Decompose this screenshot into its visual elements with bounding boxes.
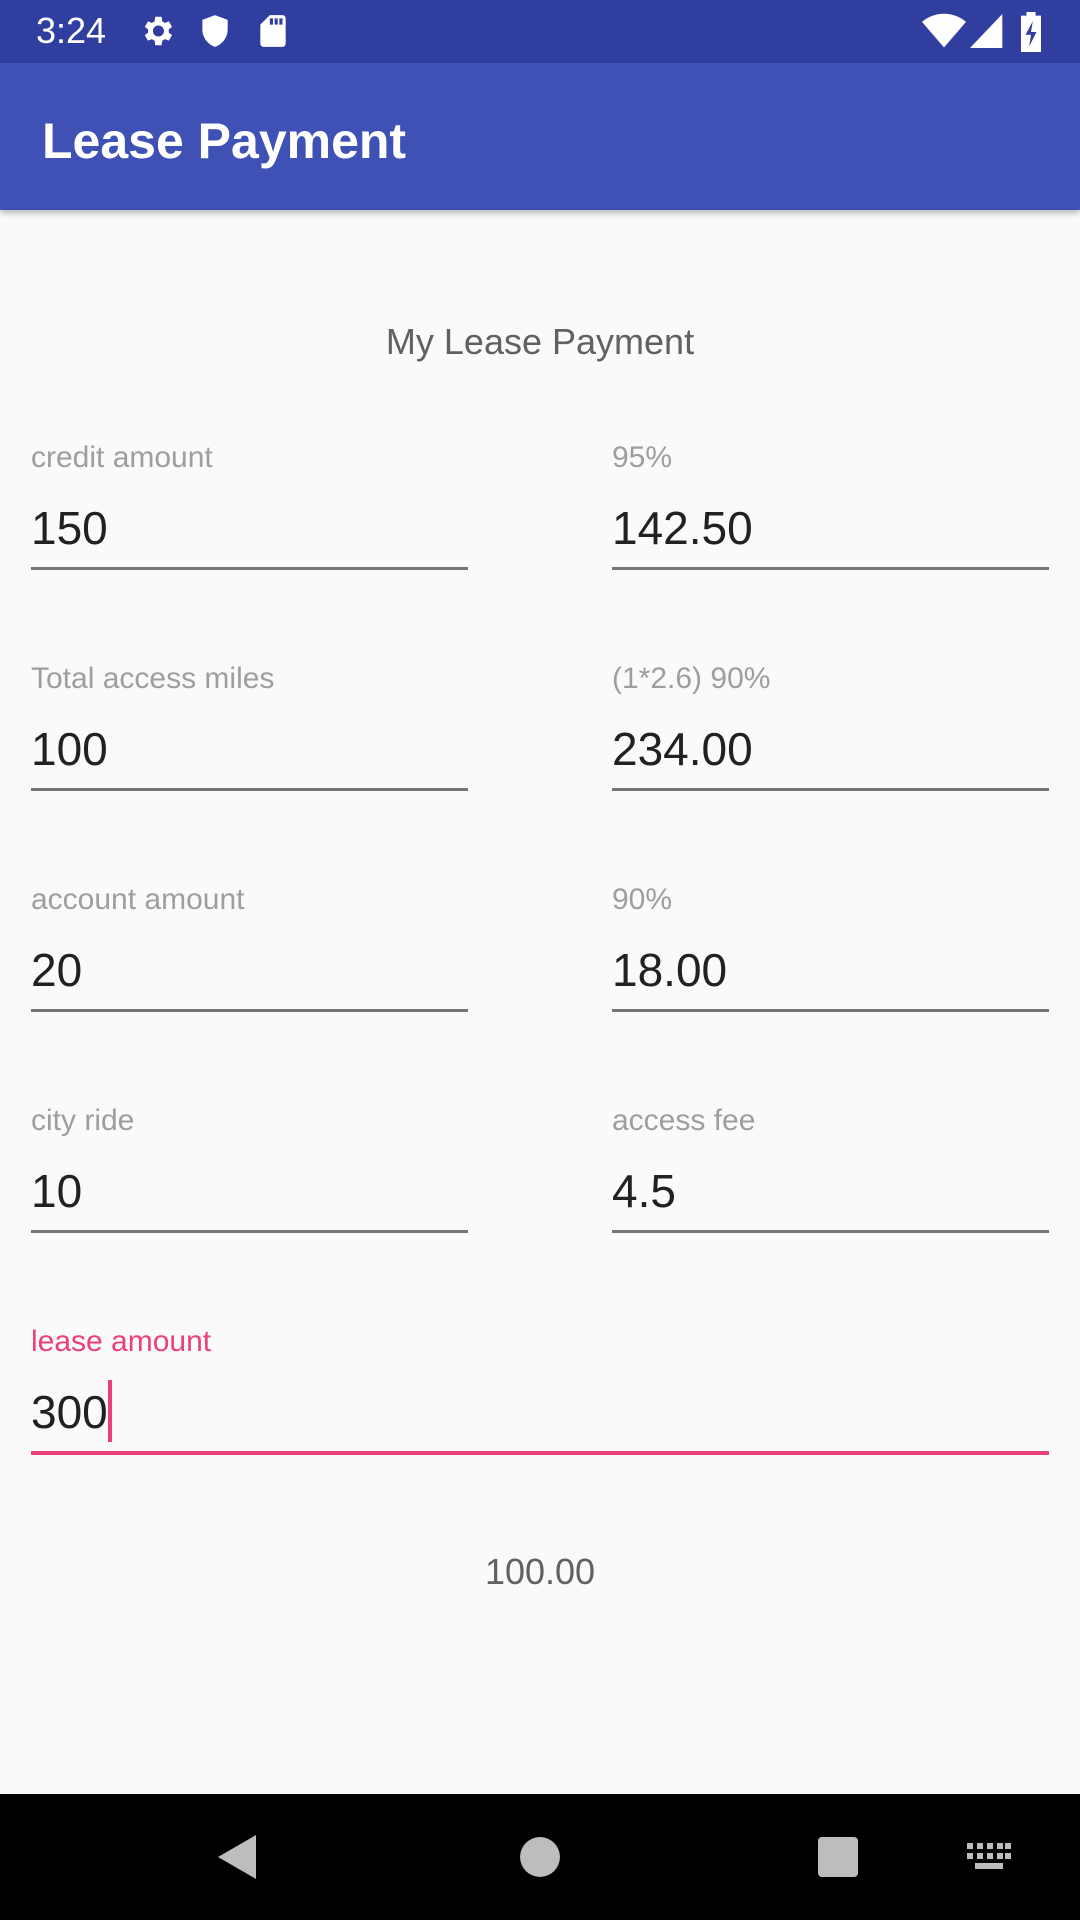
total-access-miles-input[interactable] <box>31 722 468 791</box>
home-icon[interactable] <box>500 1822 580 1892</box>
total-access-miles-field: Total access miles <box>31 661 468 791</box>
battery-charging-icon <box>1018 12 1044 57</box>
navigation-bar <box>0 1794 1080 1920</box>
gear-icon <box>138 12 176 55</box>
credit-amount-field: credit amount <box>31 440 468 570</box>
status-bar: 3:24 <box>0 0 1080 63</box>
back-icon[interactable] <box>198 1822 278 1892</box>
signal-icon <box>970 12 1004 55</box>
status-time: 3:24 <box>36 10 107 51</box>
account-90-field: 90% <box>612 882 1049 1012</box>
account-90-label: 90% <box>612 883 673 916</box>
city-ride-field: city ride <box>31 1103 468 1233</box>
lease-amount-label: lease amount <box>31 1325 212 1358</box>
credit-amount-input[interactable] <box>31 501 468 570</box>
account-amount-input[interactable] <box>31 943 468 1012</box>
access-fee-input[interactable] <box>612 1164 1049 1233</box>
credit-amount-label: credit amount <box>31 441 213 474</box>
access-fee-label: access fee <box>612 1104 756 1137</box>
city-ride-input[interactable] <box>31 1164 468 1233</box>
total-access-miles-label: Total access miles <box>31 662 275 695</box>
credit-95-input[interactable] <box>612 501 1049 570</box>
text-cursor <box>108 1380 112 1442</box>
app-bar: Lease Payment <box>0 63 1080 210</box>
lease-amount-input[interactable] <box>31 1385 1049 1455</box>
app-title: Lease Payment <box>42 113 407 169</box>
keyboard-icon[interactable] <box>949 1822 1029 1892</box>
access-fee-field: access fee <box>612 1103 1049 1233</box>
miles-90-label: (1*2.6) 90% <box>612 662 771 695</box>
lease-amount-field: lease amount <box>31 1324 1049 1455</box>
credit-95-field: 95% <box>612 440 1049 570</box>
city-ride-label: city ride <box>31 1104 135 1137</box>
miles-90-input[interactable] <box>612 722 1049 791</box>
page-heading: My Lease Payment <box>385 321 695 362</box>
sd-card-icon <box>254 12 292 55</box>
account-amount-label: account amount <box>31 883 245 916</box>
recents-icon[interactable] <box>798 1822 878 1892</box>
wifi-icon <box>922 12 966 55</box>
credit-95-label: 95% <box>612 441 673 474</box>
account-amount-field: account amount <box>31 882 468 1012</box>
lease-result: 100.00 <box>484 1551 596 1592</box>
miles-90-field: (1*2.6) 90% <box>612 661 1049 791</box>
account-90-input[interactable] <box>612 943 1049 1012</box>
shield-icon <box>196 12 234 55</box>
